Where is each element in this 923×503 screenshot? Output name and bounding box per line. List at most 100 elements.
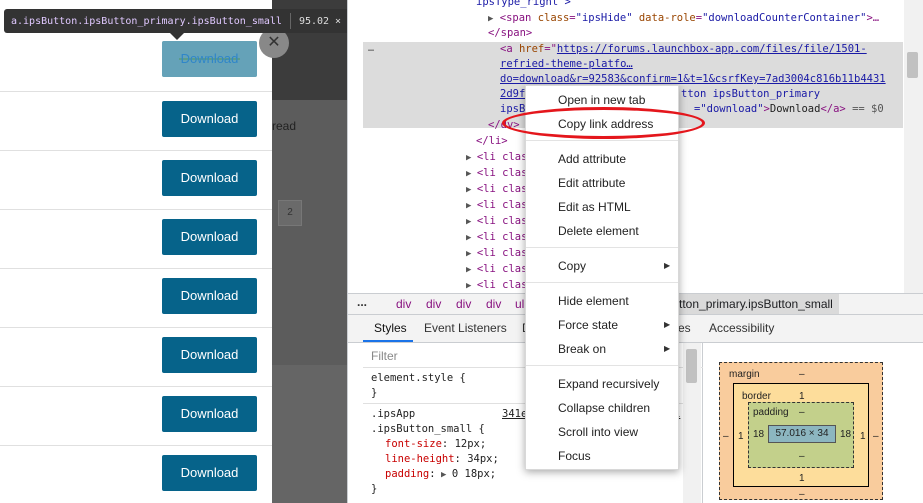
li-node[interactable]: ▶ <li clas	[466, 215, 527, 227]
padding-label: padding	[753, 407, 789, 418]
li-node[interactable]: ▶ <li clas	[466, 263, 527, 275]
submenu-arrow-icon: ▶	[664, 320, 671, 329]
list-item: Download	[0, 91, 272, 150]
border-top-value[interactable]: 1	[799, 391, 805, 402]
code-line: </li>	[476, 135, 508, 147]
breadcrumb-item[interactable]: ul	[515, 297, 524, 311]
padding-right-value[interactable]: 18	[840, 429, 851, 440]
menu-item-focus[interactable]: Focus	[558, 449, 591, 463]
download-list: Download Download Download Download Down…	[0, 32, 272, 503]
expand-triangle-icon[interactable]: ▶	[466, 153, 477, 163]
box-model-padding: padding – 18 18 – 57.016 × 34	[748, 402, 854, 468]
code-line: </span>	[488, 27, 533, 39]
padding-top-value[interactable]: –	[799, 407, 805, 418]
li-node[interactable]: ▶ <li clas	[466, 247, 527, 259]
border-left-value[interactable]: 1	[738, 431, 744, 442]
menu-item-collapse-children[interactable]: Collapse children	[558, 401, 650, 415]
expand-triangle-icon[interactable]: ▶	[466, 217, 477, 227]
download-button[interactable]: Download	[162, 455, 257, 491]
download-button[interactable]: Download	[162, 278, 257, 314]
menu-item-expand-recursively[interactable]: Expand recursively	[558, 377, 659, 391]
breadcrumb-selected[interactable]: tton_primary.ipsButton_small	[673, 294, 839, 314]
submenu-arrow-icon: ▶	[664, 261, 671, 270]
code-line[interactable]: ▶ <span class="ipsHide" data-role="downl…	[488, 12, 879, 24]
code-line-anchor[interactable]: <a href="https://forums.launchbox-app.co…	[500, 43, 867, 55]
breadcrumb-item[interactable]: div	[486, 297, 501, 311]
menu-item-edit-as-html[interactable]: Edit as HTML	[558, 200, 631, 214]
box-model-margin: margin – – – – border 1 1 1 1 padding – …	[719, 362, 883, 500]
tab-accessibility[interactable]: Accessibility	[709, 321, 774, 335]
menu-item-add-attribute[interactable]: Add attribute	[558, 152, 626, 166]
list-item: Download	[0, 150, 272, 209]
li-node[interactable]: ▶ <li clas	[466, 279, 527, 291]
menu-item-hide-element[interactable]: Hide element	[558, 294, 629, 308]
expand-triangle-icon[interactable]: ▶	[466, 185, 477, 195]
margin-bottom-value[interactable]: –	[799, 489, 805, 500]
styles-scrollbar-thumb[interactable]	[686, 349, 697, 383]
menu-item-scroll-into-view[interactable]: Scroll into view	[558, 425, 638, 439]
style-property[interactable]: font-size: 12px;	[385, 438, 486, 450]
download-button[interactable]: Download	[162, 396, 257, 432]
menu-item-edit-attribute[interactable]: Edit attribute	[558, 176, 625, 190]
node-menu-dots[interactable]: …	[368, 43, 374, 54]
box-model-content[interactable]: 57.016 × 34	[768, 425, 836, 443]
expand-triangle-icon[interactable]: ▶	[466, 281, 477, 291]
list-item: Download	[0, 327, 272, 386]
tab-properties[interactable]: es	[678, 321, 691, 335]
expand-triangle-icon[interactable]: ▶	[466, 201, 477, 211]
code-line: ="download">Download</a> == $0	[694, 103, 884, 115]
inner-panel	[272, 365, 347, 503]
expand-triangle-icon[interactable]: ▶	[466, 265, 477, 275]
style-property[interactable]: line-height: 34px;	[385, 453, 499, 465]
menu-separator	[526, 247, 678, 248]
elements-scrollbar-thumb[interactable]	[907, 52, 918, 78]
breadcrumb-item[interactable]: div	[396, 297, 411, 311]
download-button[interactable]: Download	[162, 219, 257, 255]
padding-bottom-value[interactable]: –	[799, 451, 805, 462]
li-node[interactable]: ▶ <li clas	[466, 167, 527, 179]
expand-triangle-icon[interactable]: ▶	[466, 233, 477, 243]
code-line: do=download&r=92583&confirm=1&t=1&csrfKe…	[500, 73, 886, 85]
margin-left-value[interactable]: –	[723, 431, 729, 442]
breadcrumb-item[interactable]: div	[426, 297, 441, 311]
breadcrumb-item[interactable]: div	[456, 297, 471, 311]
rule-brace: }	[371, 387, 378, 399]
rule-selector: .ipsButton_small {	[371, 423, 485, 435]
border-right-value[interactable]: 1	[860, 431, 866, 442]
expand-triangle-icon[interactable]: ▶	[488, 14, 493, 24]
inspect-tooltip: a.ipsButton.ipsButton_primary.ipsButton_…	[4, 9, 347, 33]
rule-element-style[interactable]: element.style {	[371, 372, 466, 384]
tab-event-listeners[interactable]: Event Listeners	[424, 321, 507, 335]
menu-separator	[526, 282, 678, 283]
expand-triangle-icon[interactable]: ▶	[466, 169, 477, 179]
download-button[interactable]: Download	[162, 337, 257, 373]
li-node[interactable]: ▶ <li clas	[466, 151, 527, 163]
margin-top-value[interactable]: –	[799, 369, 805, 380]
elements-scrollbar[interactable]	[904, 0, 923, 293]
menu-item-open-in-new-tab[interactable]: Open in new tab	[558, 93, 645, 107]
tab-styles[interactable]: Styles	[374, 321, 407, 335]
download-button[interactable]: Download	[162, 101, 257, 137]
menu-item-force-state[interactable]: Force state	[558, 318, 618, 332]
expand-triangle-icon[interactable]: ▶	[436, 470, 452, 480]
pagination-button[interactable]: 2	[278, 200, 302, 226]
menu-separator	[526, 140, 678, 141]
menu-item-copy[interactable]: Copy	[558, 259, 586, 273]
download-button[interactable]: Download	[162, 160, 257, 196]
list-item: Download	[0, 32, 272, 91]
menu-item-delete-element[interactable]: Delete element	[558, 224, 639, 238]
padding-left-value[interactable]: 18	[753, 429, 764, 440]
list-item: Download	[0, 268, 272, 327]
li-node[interactable]: ▶ <li clas	[466, 199, 527, 211]
border-bottom-value[interactable]: 1	[799, 473, 805, 484]
href-link[interactable]: https://forums.launchbox-app.com/files/f…	[557, 43, 867, 55]
breadcrumb-ellipsis[interactable]: ...	[357, 295, 367, 309]
margin-right-value[interactable]: –	[873, 431, 879, 442]
styles-filter-input[interactable]: Filter	[371, 349, 398, 363]
download-button-highlighted[interactable]: Download	[162, 41, 257, 77]
li-node[interactable]: ▶ <li clas	[466, 183, 527, 195]
expand-triangle-icon[interactable]: ▶	[466, 249, 477, 259]
style-property[interactable]: padding: ▶ 0 18px;	[385, 468, 496, 480]
menu-item-break-on[interactable]: Break on	[558, 342, 606, 356]
li-node[interactable]: ▶ <li clas	[466, 231, 527, 243]
